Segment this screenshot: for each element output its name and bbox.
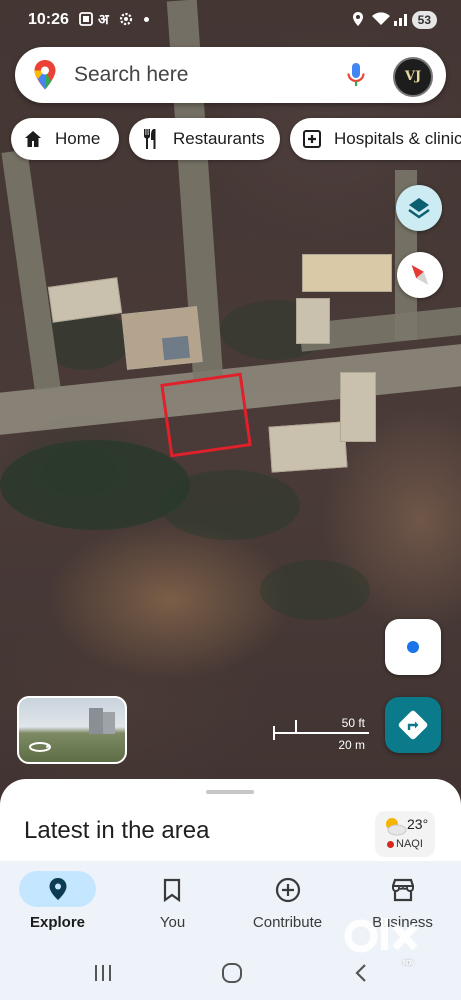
chip-hospitals[interactable]: Hospitals & clinics xyxy=(290,118,461,160)
layers-button[interactable] xyxy=(396,185,442,231)
partly-cloudy-icon xyxy=(386,818,407,836)
screenshot-icon xyxy=(78,11,94,30)
weather-temperature: 23° xyxy=(407,816,429,832)
location-icon xyxy=(351,11,365,30)
carrier-icon: अ xyxy=(98,11,109,27)
scale-feet-label: 50 ft xyxy=(341,716,365,730)
building xyxy=(302,254,392,292)
my-location-icon xyxy=(407,641,419,653)
map-scale: 50 ft 20 m xyxy=(273,714,371,754)
nav-you-label: You xyxy=(159,914,186,931)
scale-meters-label: 20 m xyxy=(338,738,365,752)
chip-home[interactable]: Home xyxy=(11,118,119,160)
home-icon xyxy=(25,131,41,147)
nav-contribute[interactable]: Contribute xyxy=(230,861,345,950)
battery-indicator: 53 xyxy=(411,11,437,29)
notification-dot-icon xyxy=(144,17,149,22)
street-view-thumbnail[interactable] xyxy=(17,696,127,764)
air-quality-label: NAQI xyxy=(396,838,423,850)
chip-hospitals-label: Hospitals & clinics xyxy=(334,129,461,148)
marked-plot-outline xyxy=(160,372,252,458)
explore-pin-icon xyxy=(49,878,67,900)
building xyxy=(296,298,330,344)
nav-explore[interactable]: Explore xyxy=(0,861,115,950)
nav-explore-label: Explore xyxy=(29,914,86,931)
hospital-icon xyxy=(303,130,321,148)
home-nav-icon[interactable] xyxy=(220,961,244,985)
layers-icon xyxy=(408,198,430,219)
search-bar[interactable]: Search here VJ xyxy=(15,47,446,103)
avatar[interactable]: VJ xyxy=(393,57,433,97)
bookmark-icon xyxy=(163,878,181,902)
status-time: 10:26 xyxy=(28,11,69,28)
nav-you[interactable]: You xyxy=(115,861,230,950)
olx-watermark-logo: INDIA xyxy=(343,914,431,970)
status-bar: 10:26 अ 53 xyxy=(0,0,461,40)
storefront-icon xyxy=(391,878,415,902)
svg-text:INDIA: INDIA xyxy=(403,960,414,967)
building xyxy=(268,421,348,473)
sheet-drag-handle[interactable] xyxy=(206,790,254,794)
directions-button[interactable] xyxy=(385,697,441,753)
weather-card[interactable]: 23° NAQI xyxy=(375,811,435,857)
compass-button[interactable] xyxy=(397,252,443,298)
chip-restaurants-label: Restaurants xyxy=(173,129,265,148)
building xyxy=(340,372,376,442)
chip-home-label: Home xyxy=(55,129,101,148)
compass-icon xyxy=(411,265,429,285)
microphone-icon[interactable] xyxy=(345,61,367,94)
search-input[interactable]: Search here xyxy=(74,63,188,87)
latest-in-area-title: Latest in the area xyxy=(24,817,210,844)
signal-icon xyxy=(393,11,409,30)
road-vertical-left xyxy=(1,149,61,391)
wifi-icon xyxy=(371,11,391,30)
my-location-button[interactable] xyxy=(385,619,441,675)
recent-apps-icon[interactable] xyxy=(92,963,114,983)
nav-contribute-label: Contribute xyxy=(252,914,323,931)
street-view-360-icon xyxy=(29,742,51,752)
add-circle-icon xyxy=(275,877,301,903)
aqi-dot-icon xyxy=(387,841,394,848)
chip-restaurants[interactable]: Restaurants xyxy=(129,118,280,160)
restaurant-icon xyxy=(144,129,156,149)
settings-icon xyxy=(118,11,134,30)
maps-pin-logo-icon xyxy=(33,59,57,96)
directions-icon xyxy=(398,710,428,740)
